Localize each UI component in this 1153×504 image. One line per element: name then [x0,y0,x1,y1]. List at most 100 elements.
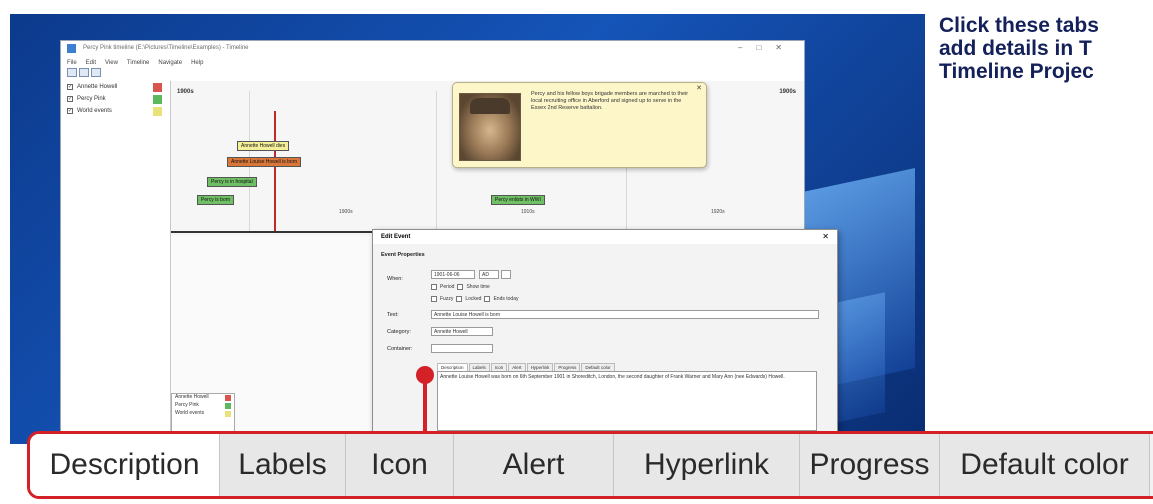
dialog-title-bar: Edit Event ✕ [373,230,837,244]
description-textarea[interactable]: Annette Louise Howell was born on 6th Se… [437,371,817,431]
legend-row: Percy Pink [172,402,234,410]
menu-edit[interactable]: Edit [86,60,96,66]
legend-swatch [225,395,231,401]
toolbar [61,68,804,80]
toolbar-button-1[interactable] [67,68,77,77]
menu-timeline[interactable]: Timeline [127,60,149,66]
menubar: File Edit View Timeline Navigate Help [61,57,804,68]
category-world-events[interactable]: ✓ World events [61,105,170,117]
category-label: World events [77,108,112,114]
mini-tab-default-color[interactable]: Default color [581,363,615,371]
menu-file[interactable]: File [67,60,77,66]
menu-view[interactable]: View [105,60,118,66]
tabs-callout: Description Labels Icon Alert Hyperlink … [27,431,1153,499]
event-percy-hospital[interactable]: Percy is in hospital [207,177,257,187]
when-date-input[interactable]: 1901-06-06 [431,270,475,279]
checkbox-icon[interactable]: ✓ [67,84,73,90]
section-label: Event Properties [381,252,425,258]
portrait-photo [459,93,521,161]
legend-row: Annette Howell [172,394,234,402]
portrait-cap-shape [470,98,510,114]
legend-label: Percy Pink [175,402,199,408]
category-color-swatch [153,94,162,104]
legend-swatch [225,403,231,409]
tab-default-color[interactable]: Default color [940,434,1150,496]
category-percy-pink[interactable]: ✓ Percy Pink [61,93,170,105]
checkbox-icon[interactable] [431,296,437,302]
tab-icon[interactable]: Icon [346,434,454,496]
dialog-tab-strip: Description Labels Icon Alert Hyperlink … [437,363,616,371]
when-label: When: [387,276,403,282]
category-label: Annette Howell [77,84,118,90]
event-text-input[interactable]: Annette Louise Howell is born [431,310,819,319]
checkbox-icon[interactable]: ✓ [67,108,73,114]
era-label-right: 1900s [779,89,796,95]
menu-help[interactable]: Help [191,60,203,66]
event-percy-born[interactable]: Percy is born [197,195,235,205]
headline-caption: Click these tabs add details in T Timeli… [939,14,1153,83]
checkbox-icon[interactable]: ✓ [67,96,73,102]
tab-alert[interactable]: Alert [454,434,614,496]
checkbox-label: Locked [465,296,482,302]
category-color-swatch [153,82,162,92]
checkbox-label: Period [440,284,455,290]
tab-progress[interactable]: Progress [800,434,940,496]
tick-label: 1910s [521,209,535,215]
close-icon[interactable]: ✕ [822,232,829,241]
event-popup: Percy and his fellow boys brigade member… [452,82,707,168]
mini-tab-description[interactable]: Description [437,363,468,371]
checkbox-label: Show time [466,284,490,290]
container-label: Container: [387,346,413,352]
event-annette-dies[interactable]: Annette Howell dies [237,141,290,151]
mini-tab-alert[interactable]: Alert [508,363,526,371]
legend-label: World events [175,410,205,416]
container-select[interactable] [431,344,493,353]
checkbox-icon[interactable] [484,296,491,302]
window-controls[interactable]: –□✕ [738,43,796,52]
checkbox-icon[interactable] [456,296,463,302]
popup-description: Percy and his fellow boys brigade member… [531,91,689,111]
headline-line: add details in T [939,37,1092,60]
event-marker-line [274,111,276,231]
toolbar-button-2[interactable] [79,68,89,77]
mini-tab-labels[interactable]: Labels [468,363,490,371]
event-percy-enlists[interactable]: Percy enlists in WWI [491,195,545,205]
close-icon[interactable]: ✕ [696,84,702,92]
mini-tab-progress[interactable]: Progress [554,363,581,371]
calendar-icon[interactable] [501,270,511,279]
app-icon [67,44,76,53]
dialog-title: Edit Event [381,234,411,240]
period-checkbox[interactable]: Period Show time [431,284,490,290]
category-label: Category: [387,329,411,335]
checkbox-icon[interactable] [457,284,464,290]
checkbox-icon[interactable] [431,284,437,290]
tab-hyperlink[interactable]: Hyperlink [614,434,800,496]
tick-label: 1900s [339,209,353,215]
tab-description[interactable]: Description [30,434,220,496]
category-label: Percy Pink [77,96,106,102]
window-title: Percy Pink timeline (E:\Pictures\Timelin… [83,45,249,51]
tab-strip-zoomed: Description Labels Icon Alert Hyperlink … [30,434,1153,496]
era-label-left: 1900s [177,89,194,95]
era-select[interactable]: AD [479,270,499,279]
gridline [436,91,437,233]
event-annette-born[interactable]: Annette Louise Howell is born [227,157,302,167]
mini-tab-hyperlink[interactable]: Hyperlink [526,363,554,371]
tab-labels[interactable]: Labels [220,434,346,496]
toolbar-button-3[interactable] [91,68,101,77]
mini-tab-icon[interactable]: Icon [490,363,508,371]
legend-label: Annette Howell [175,394,209,400]
checkbox-label: Ends today [493,296,519,302]
text-label: Text: [387,312,399,318]
menu-navigate[interactable]: Navigate [158,60,182,66]
headline-line: Timeline Projec [939,60,1094,83]
tick-label: 1920s [711,209,725,215]
edit-event-dialog: Edit Event ✕ Event Properties When: 1901… [372,229,838,444]
category-annette-howell[interactable]: ✓ Annette Howell [61,81,170,93]
category-sidebar: ✓ Annette Howell ✓ Percy Pink ✓ World ev… [61,81,171,439]
callout-pointer-line [423,380,427,438]
legend-row: World events [172,410,234,418]
fuzzy-locked-checkboxes[interactable]: Fuzzy Locked Ends today [431,296,519,302]
category-select[interactable]: Annette Howell [431,327,493,336]
window-titlebar: Percy Pink timeline (E:\Pictures\Timelin… [61,41,804,57]
